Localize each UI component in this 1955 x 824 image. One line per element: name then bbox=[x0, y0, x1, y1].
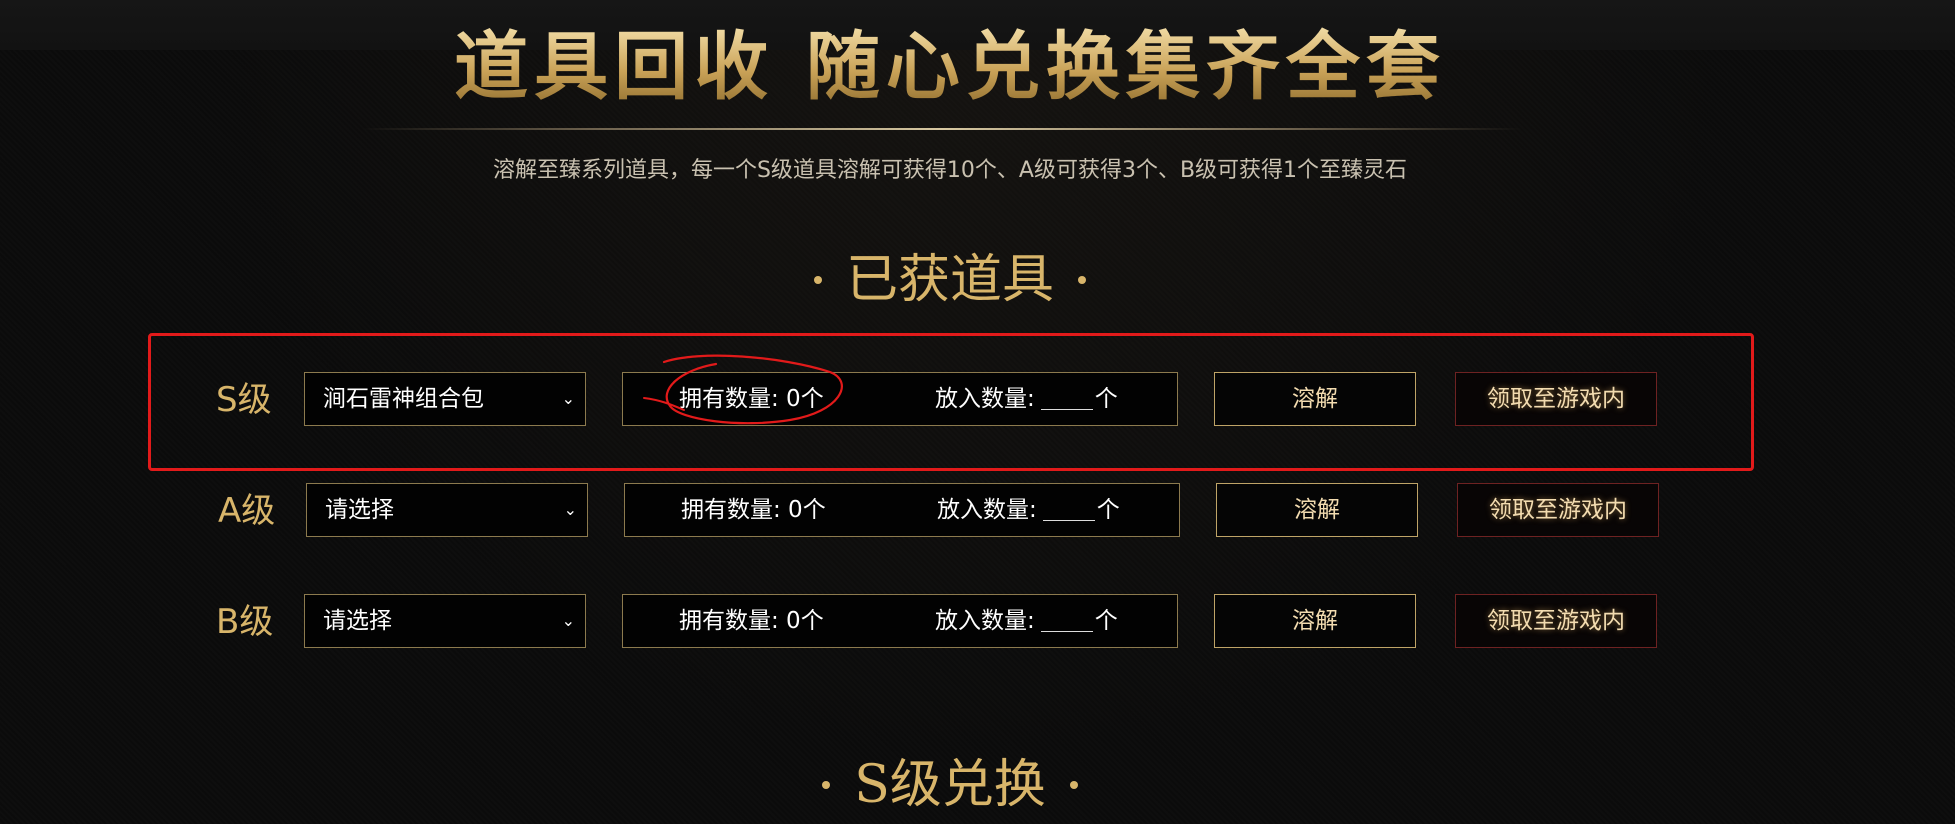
put-quantity-label: 放入数量: bbox=[935, 386, 1035, 412]
dissolve-button[interactable]: 溶解 bbox=[1214, 372, 1416, 426]
item-row-b: B级 请选择 ⌄ 拥有数量: 0个 放入数量: 个 溶解 领取至游戏内 bbox=[0, 594, 1955, 650]
claim-to-game-button[interactable]: 领取至游戏内 bbox=[1455, 372, 1657, 426]
title-divider bbox=[362, 128, 1522, 130]
bullet-dot-icon bbox=[813, 275, 822, 284]
item-row-s: S级 涧石雷神组合包 ⌄ 拥有数量: 0个 放入数量: 个 溶解 领取至游戏内 bbox=[0, 372, 1955, 428]
put-quantity-unit: 个 bbox=[1096, 497, 1120, 523]
s-exchange-section-heading: S级兑换 bbox=[0, 753, 1900, 817]
item-select-a[interactable]: 请选择 ⌄ bbox=[306, 483, 588, 537]
bullet-dot-icon bbox=[1069, 780, 1078, 789]
chevron-down-icon: ⌄ bbox=[561, 389, 575, 408]
dissolve-button[interactable]: 溶解 bbox=[1216, 483, 1418, 537]
put-quantity: 放入数量: 个 bbox=[937, 484, 1120, 536]
put-quantity-label: 放入数量: bbox=[937, 497, 1037, 523]
chevron-down-icon: ⌄ bbox=[561, 611, 575, 630]
item-row-a: A级 请选择 ⌄ 拥有数量: 0个 放入数量: 个 溶解 领取至游戏内 bbox=[2, 483, 1955, 539]
chevron-down-icon: ⌄ bbox=[563, 500, 577, 519]
put-quantity-input[interactable] bbox=[1042, 494, 1095, 521]
quantity-panel: 拥有数量: 0个 放入数量: 个 bbox=[622, 594, 1178, 648]
claim-to-game-button[interactable]: 领取至游戏内 bbox=[1457, 483, 1659, 537]
bullet-dot-icon bbox=[822, 780, 831, 789]
grade-label: B级 bbox=[216, 602, 274, 642]
put-quantity-input[interactable] bbox=[1040, 605, 1093, 632]
red-circle-annotation bbox=[643, 354, 843, 425]
bullet-dot-icon bbox=[1078, 275, 1086, 284]
put-quantity-unit: 个 bbox=[1094, 386, 1118, 412]
put-quantity-unit: 个 bbox=[1094, 608, 1118, 634]
grade-label: A级 bbox=[218, 491, 276, 531]
put-quantity-input[interactable] bbox=[1040, 383, 1093, 410]
obtained-section-heading: 已获道具 bbox=[0, 248, 1900, 312]
claim-to-game-button[interactable]: 领取至游戏内 bbox=[1455, 594, 1657, 648]
select-value: 涧石雷神组合包 bbox=[323, 386, 484, 412]
obtained-section-title: 已获道具 bbox=[845, 250, 1054, 310]
dissolve-button[interactable]: 溶解 bbox=[1214, 594, 1416, 648]
select-value: 请选择 bbox=[325, 497, 394, 523]
item-select-b[interactable]: 请选择 ⌄ bbox=[304, 594, 586, 648]
item-select-s[interactable]: 涧石雷神组合包 ⌄ bbox=[304, 372, 586, 426]
owned-quantity: 拥有数量: 0个 bbox=[681, 497, 826, 523]
put-quantity-label: 放入数量: bbox=[935, 608, 1035, 634]
select-value: 请选择 bbox=[323, 608, 392, 634]
page-subtitle: 溶解至臻系列道具，每一个S级道具溶解可获得10个、A级可获得3个、B级可获得1个… bbox=[492, 158, 1408, 183]
grade-label: S级 bbox=[216, 380, 272, 420]
quantity-panel: 拥有数量: 0个 放入数量: 个 bbox=[624, 483, 1180, 537]
page-title: 道具回收 随心兑换集齐全套 bbox=[0, 22, 1900, 112]
put-quantity: 放入数量: 个 bbox=[935, 373, 1118, 425]
owned-quantity: 拥有数量: 0个 bbox=[679, 608, 824, 634]
put-quantity: 放入数量: 个 bbox=[935, 595, 1118, 647]
s-exchange-section-title: S级兑换 bbox=[854, 755, 1046, 815]
